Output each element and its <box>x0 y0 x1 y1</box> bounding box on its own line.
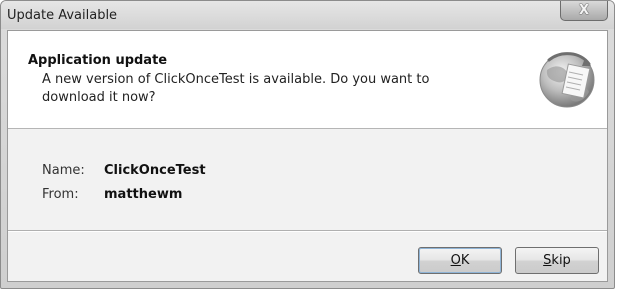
header-description: A new version of ClickOnceTest is availa… <box>42 72 430 105</box>
globe-update-icon <box>539 52 595 108</box>
skip-button[interactable]: Skip <box>515 247 599 274</box>
ok-label-rest: K <box>460 253 470 268</box>
ok-button[interactable]: OK <box>418 247 502 274</box>
name-label: Name: <box>42 163 85 178</box>
footer-divider <box>8 230 607 232</box>
skip-label-rest: kip <box>551 253 571 268</box>
ok-mnemonic: O <box>450 253 461 268</box>
skip-mnemonic: S <box>543 253 552 268</box>
update-dialog-window: Update Available X Application update A … <box>0 0 615 289</box>
close-icon: X <box>578 3 590 18</box>
header-title: Application update <box>28 53 168 68</box>
name-value: ClickOnceTest <box>104 163 206 178</box>
header-panel: Application update A new version of Clic… <box>8 31 607 129</box>
window-title: Update Available <box>7 8 118 23</box>
from-label: From: <box>42 187 79 202</box>
close-button[interactable]: X <box>560 1 608 21</box>
from-value: matthewm <box>104 187 183 202</box>
title-bar[interactable]: Update Available X <box>1 1 614 29</box>
dialog-body: Application update A new version of Clic… <box>7 30 608 282</box>
